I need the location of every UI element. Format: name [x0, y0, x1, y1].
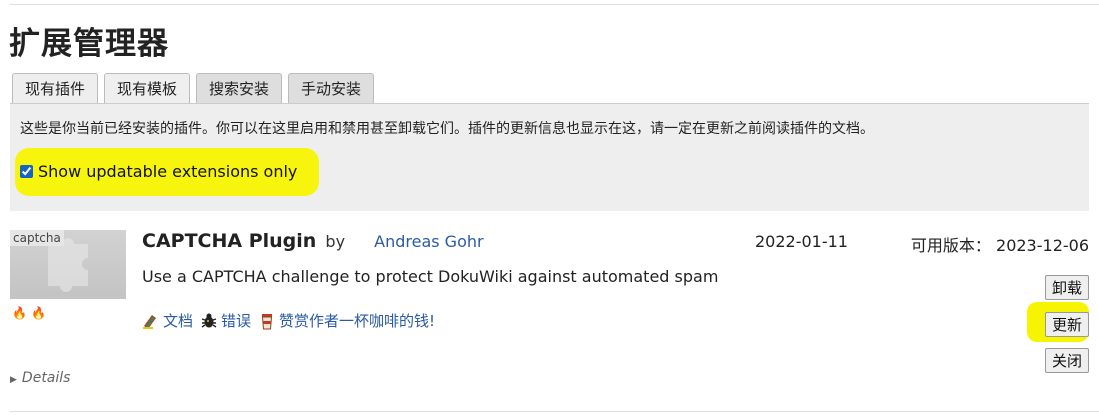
disable-button[interactable]: 关闭 [1044, 348, 1089, 373]
extension-screenshot[interactable]: captcha [10, 230, 126, 299]
bug-icon [201, 313, 217, 328]
uninstall-button[interactable]: 卸载 [1044, 275, 1089, 300]
author-link[interactable]: Andreas Gohr [374, 232, 483, 251]
details-toggle[interactable]: ▶ Details [10, 370, 70, 386]
flame-icon: 🔥 [30, 306, 46, 320]
tab-manual-install[interactable]: 手动安装 [288, 73, 375, 104]
tab-installed-templates[interactable]: 现有模板 [104, 73, 191, 104]
page-title: 扩展管理器 [9, 26, 169, 62]
flame-icon: 🔥 [12, 306, 27, 320]
docs-link[interactable]: 文档 [163, 310, 193, 331]
intro-panel: 这些是你当前已经安装的插件。你可以在这里启用和禁用甚至卸载它们。插件的更新信息也… [10, 103, 1089, 211]
bottom-divider [10, 411, 1099, 412]
bugs-link[interactable]: 错误 [221, 310, 251, 331]
updatable-filter-checkbox[interactable] [20, 165, 33, 178]
available-label: 可用版本： [910, 236, 991, 255]
installed-date: 2022-01-11 [755, 232, 848, 251]
extension-links: 文档 错误 赞赏作者一杯咖啡的钱! [142, 310, 435, 331]
docs-icon [143, 314, 156, 329]
tab-installed-plugins[interactable]: 现有插件 [12, 73, 99, 105]
coffee-cup-icon [261, 313, 273, 329]
expand-triangle-icon: ▶ [10, 375, 17, 385]
donate-link[interactable]: 赞赏作者一杯咖啡的钱! [279, 310, 435, 331]
extension-name: CAPTCHA Plugin [142, 230, 317, 252]
tab-bar: 现有插件 现有模板 搜索安装 手动安装 [12, 73, 380, 105]
by-label: by [325, 232, 346, 251]
popularity-indicator: 🔥 🔥 [12, 306, 46, 320]
extension-row: captcha 🔥 🔥 CAPTCHA Plugin by Andreas Go… [10, 212, 1089, 412]
details-label: Details [21, 370, 71, 386]
updatable-filter[interactable]: Show updatable extensions only [20, 162, 297, 181]
available-date: 2023-12-06 [996, 236, 1089, 255]
extension-title-line: CAPTCHA Plugin by Andreas Gohr [142, 230, 484, 252]
extension-description: Use a CAPTCHA challenge to protect DokuW… [142, 267, 719, 286]
intro-text: 这些是你当前已经安装的插件。你可以在这里启用和禁用甚至卸载它们。插件的更新信息也… [20, 121, 874, 137]
top-divider [10, 4, 1099, 5]
tab-search-install[interactable]: 搜索安装 [196, 73, 283, 104]
update-button[interactable]: 更新 [1044, 312, 1089, 337]
available-version: 可用版本： 2023-12-06 [911, 232, 1089, 256]
screenshot-label: captcha [10, 230, 64, 246]
updatable-filter-label: Show updatable extensions only [38, 162, 298, 181]
